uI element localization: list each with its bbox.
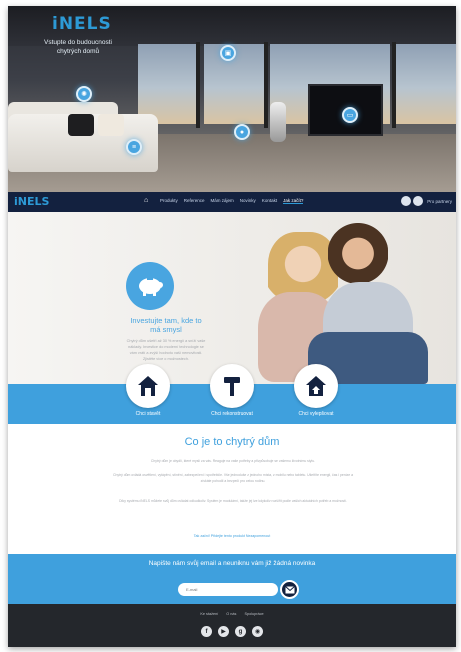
house-icon <box>138 376 158 396</box>
nav-links: Produkty Reference Mám zájem Novinky Kon… <box>160 198 304 204</box>
nav-link-active[interactable]: Jak začít? <box>283 198 304 204</box>
nav-link[interactable]: Produkty <box>160 198 178 204</box>
footer-link[interactable]: Spolupráce <box>244 612 263 616</box>
feature-improve-label[interactable]: Chci vylepšovat <box>276 411 356 417</box>
invest-section: Investujte tam, kde to má smysl Chytrý d… <box>8 212 456 384</box>
info-title: Co je to chytrý dům <box>184 436 280 448</box>
email-input[interactable] <box>178 583 278 596</box>
invest-title: Investujte tam, kde to má smysl <box>130 316 202 334</box>
hero-logo[interactable]: iNELS <box>52 14 112 34</box>
footer-link[interactable]: O nás <box>226 612 236 616</box>
hero-tagline: Vstupte do budoucnosti chytrých domů <box>44 39 112 55</box>
hotspot-window-icon[interactable]: ▣ <box>220 45 236 61</box>
feature-reconstruct-label[interactable]: Chci rekonstruovat <box>192 411 272 417</box>
nav-link[interactable]: Reference <box>184 198 205 204</box>
nav-link[interactable]: Mám zájem <box>211 198 234 204</box>
feature-build-button[interactable] <box>126 364 170 408</box>
send-button[interactable] <box>280 580 299 599</box>
info-paragraph: Chytrý dům ovládá osvětlení, vytápění, s… <box>113 473 353 483</box>
hero-section: iNELS Vstupte do budoucnosti chytrých do… <box>8 6 456 192</box>
envelope-icon <box>284 585 295 593</box>
newsletter-title: Napište nám svůj email a neuniknu vám ji… <box>148 560 316 567</box>
partner-link[interactable]: Pro partnery <box>427 199 452 204</box>
house-plus-icon <box>306 376 326 396</box>
social-links: f ▶ g ◉ <box>8 626 456 637</box>
feature-reconstruct-button[interactable] <box>210 364 254 408</box>
info-paragraph: Díky systému iNELS můžete svůj dům ovlád… <box>119 499 347 503</box>
navbar: iNELS ⌂ Produkty Reference Mám zájem Nov… <box>8 192 456 212</box>
language-icon[interactable] <box>401 196 412 206</box>
instagram-icon[interactable]: ◉ <box>252 626 263 637</box>
nav-right: Pro partnery <box>401 196 452 206</box>
feature-improve-button[interactable] <box>294 364 338 408</box>
feature-build-label[interactable]: Chci stavět <box>108 411 188 417</box>
newsletter-section: Napište nám svůj email a neuniknu vám ji… <box>8 554 456 604</box>
footer: Ke stažení O nás Spolupráce f ▶ g ◉ <box>8 604 456 647</box>
hotspot-lamp-icon[interactable]: ● <box>234 124 250 140</box>
home-icon[interactable]: ⌂ <box>144 197 152 205</box>
info-paragraph: Chytrý dům je obydlí, které myslí za vás… <box>150 459 316 463</box>
footer-links: Ke stažení O nás Spolupráce <box>8 612 456 616</box>
nav-logo[interactable]: iNELS <box>14 195 49 208</box>
page: iNELS Vstupte do budoucnosti chytrých do… <box>8 6 456 647</box>
hotspot-light-icon[interactable]: ✺ <box>76 86 92 102</box>
nav-link[interactable]: Novinky <box>240 198 256 204</box>
facebook-icon[interactable]: f <box>201 626 212 637</box>
info-section: Co je to chytrý dům Chytrý dům je obydlí… <box>8 424 456 554</box>
hotspot-blinds-icon[interactable]: ≡ <box>126 139 142 155</box>
hotspot-tv-icon[interactable]: ▭ <box>342 107 358 123</box>
info-link[interactable]: Tak začni! Přidejte tento produkt Nezapo… <box>8 534 456 538</box>
hammer-icon <box>224 377 240 396</box>
googleplus-icon[interactable]: g <box>235 626 246 637</box>
youtube-icon[interactable]: ▶ <box>218 626 229 637</box>
piggy-bank-icon <box>126 262 174 310</box>
user-icon[interactable] <box>413 196 424 206</box>
invest-text: Chytrý dům ušetří až 30 % energií a sníž… <box>126 339 206 361</box>
nav-link[interactable]: Kontakt <box>262 198 277 204</box>
footer-link[interactable]: Ke stažení <box>200 612 218 616</box>
